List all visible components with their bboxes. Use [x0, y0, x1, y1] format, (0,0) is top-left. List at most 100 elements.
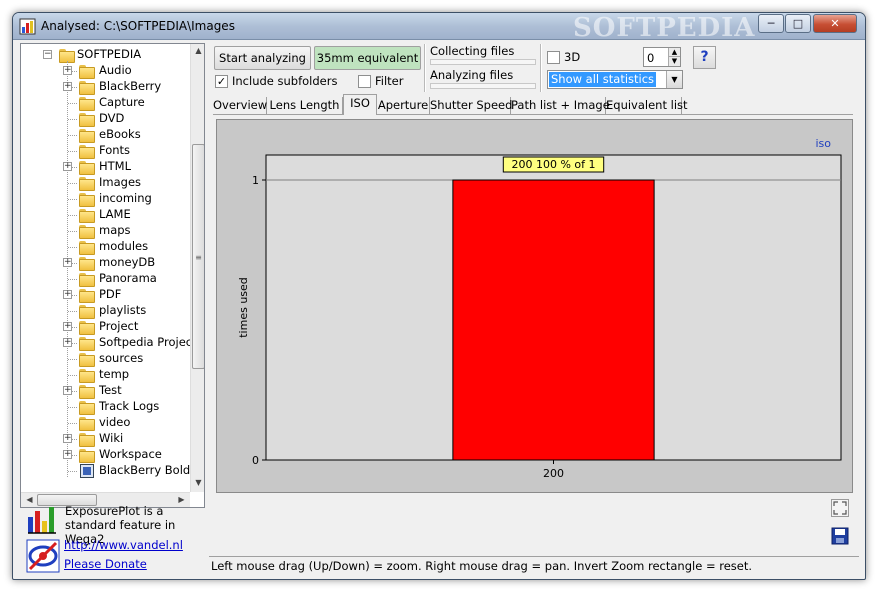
- include-subfolders-checkbox[interactable]: ✓: [215, 75, 228, 88]
- tree-item[interactable]: + Test: [21, 383, 191, 399]
- tree-vertical-scrollbar[interactable]: ▲ ≡ ▼: [190, 44, 204, 492]
- tree-item[interactable]: + Project: [21, 319, 191, 335]
- tree-item[interactable]: incoming: [21, 191, 191, 207]
- close-button[interactable]: ✕: [813, 14, 857, 33]
- tree-item-label: video: [99, 415, 131, 429]
- tree-item[interactable]: eBooks: [21, 127, 191, 143]
- spinner-up-button[interactable]: ▲: [668, 48, 680, 57]
- tree-item-label: sources: [99, 351, 144, 365]
- tree-item[interactable]: + Softpedia Project: [21, 335, 197, 351]
- tree-item[interactable]: + Wiki: [21, 431, 191, 447]
- tree-item[interactable]: BlackBerry Bold 99: [21, 463, 204, 479]
- y-tick-label: 0: [252, 454, 259, 467]
- statistics-select[interactable]: Show all statistics ▼: [547, 70, 683, 89]
- tree-item[interactable]: + Audio: [21, 63, 191, 79]
- tree-item-label: HTML: [99, 159, 132, 173]
- collapse-icon[interactable]: −: [43, 50, 52, 59]
- scroll-up-arrow[interactable]: ▲: [192, 46, 204, 55]
- scroll-thumb[interactable]: ≡: [192, 144, 204, 369]
- tree-item-label: maps: [99, 223, 131, 237]
- tab-lens-length[interactable]: Lens Length: [267, 97, 343, 115]
- tree-item-label: Audio: [99, 63, 132, 77]
- tree-guide-line: [68, 151, 77, 152]
- status-bar: Left mouse drag (Up/Down) = zoom. Right …: [209, 556, 859, 575]
- app-icon: [19, 18, 36, 35]
- expand-icon[interactable]: +: [63, 386, 72, 395]
- spinner-value: 0: [647, 51, 655, 65]
- scroll-right-arrow[interactable]: ▶: [175, 495, 188, 504]
- three-d-checkbox[interactable]: [547, 51, 560, 64]
- tab-overview[interactable]: Overview: [213, 97, 267, 115]
- scroll-down-arrow[interactable]: ▼: [192, 478, 204, 487]
- donate-link[interactable]: Please Donate: [64, 557, 147, 571]
- tree-item[interactable]: Track Logs: [21, 399, 191, 415]
- expand-icon[interactable]: +: [63, 338, 72, 347]
- tree-guide-line: [68, 247, 77, 248]
- tree-guide-line: [68, 471, 77, 472]
- tree-item[interactable]: + Workspace: [21, 447, 191, 463]
- expand-icon[interactable]: +: [63, 82, 72, 91]
- maximize-button[interactable]: □: [785, 14, 811, 33]
- expand-icon[interactable]: +: [63, 162, 72, 171]
- expand-icon[interactable]: +: [63, 66, 72, 75]
- collecting-files-label: Collecting files: [430, 44, 515, 58]
- tree-root[interactable]: − SOFTPEDIA: [21, 47, 191, 63]
- tree-item[interactable]: modules: [21, 239, 191, 255]
- equivalent-35mm-button[interactable]: 35mm equivalent: [314, 46, 421, 70]
- expand-icon[interactable]: +: [63, 322, 72, 331]
- tree-guide-line: [68, 407, 77, 408]
- tab-iso[interactable]: ISO: [343, 94, 377, 115]
- filter-checkbox[interactable]: [358, 75, 371, 88]
- annotation-label: 200 100 % of 1: [511, 158, 595, 171]
- tree-item[interactable]: Panorama: [21, 271, 191, 287]
- zoom-reset-icon[interactable]: [831, 499, 849, 517]
- folder-icon: [78, 112, 95, 127]
- value-spinner[interactable]: 0 ▲ ▼: [643, 47, 681, 67]
- tree-item[interactable]: temp: [21, 367, 191, 383]
- tree-item[interactable]: DVD: [21, 111, 191, 127]
- tree-item[interactable]: + BlackBerry: [21, 79, 191, 95]
- tree-item[interactable]: + HTML: [21, 159, 191, 175]
- tree-item[interactable]: playlists: [21, 303, 191, 319]
- iso-chart[interactable]: 0 1 200 200 100 % of 1 times used iso: [216, 119, 853, 493]
- tab-shutter-speed[interactable]: Shutter Speed: [430, 97, 512, 115]
- expand-icon[interactable]: +: [63, 450, 72, 459]
- tree-item[interactable]: maps: [21, 223, 191, 239]
- tab-aperture[interactable]: Aperture: [377, 97, 430, 115]
- folder-tree[interactable]: − SOFTPEDIA + Audio + BlackBerry Capture DVD eBo…: [20, 43, 205, 508]
- tree-guide-line: [68, 103, 77, 104]
- tree-item-label: playlists: [99, 303, 147, 317]
- tab-path-list-image[interactable]: Path list + Image: [511, 97, 610, 115]
- folder-icon: [78, 192, 95, 207]
- tab-equivalent-list[interactable]: Equivalent list: [606, 97, 688, 115]
- expand-icon[interactable]: +: [63, 258, 72, 267]
- vandel-link[interactable]: http://www.vandel.nl: [64, 538, 183, 552]
- tree-item[interactable]: Capture: [21, 95, 191, 111]
- tree-item[interactable]: LAME: [21, 207, 191, 223]
- tree-item[interactable]: sources: [21, 351, 191, 367]
- minimize-button[interactable]: ─: [758, 14, 784, 33]
- tree-guide-line: [68, 359, 77, 360]
- tree-item[interactable]: video: [21, 415, 191, 431]
- tree-item-label: Images: [99, 175, 142, 189]
- folder-icon: [78, 160, 95, 175]
- start-analyzing-button[interactable]: Start analyzing: [214, 46, 311, 70]
- expand-icon[interactable]: +: [63, 290, 72, 299]
- tree-item[interactable]: Fonts: [21, 143, 191, 159]
- help-button[interactable]: ?: [693, 46, 716, 69]
- tree-guide-line: [68, 215, 77, 216]
- folder-icon: [78, 384, 95, 399]
- chevron-down-icon[interactable]: ▼: [666, 71, 682, 88]
- tree-item-label: Softpedia Project: [99, 335, 197, 349]
- tree-guide-line: [68, 183, 77, 184]
- spinner-down-button[interactable]: ▼: [668, 57, 680, 66]
- tree-item[interactable]: + PDF: [21, 287, 191, 303]
- save-icon[interactable]: [831, 527, 849, 545]
- expand-icon[interactable]: +: [63, 434, 72, 443]
- folder-icon: [78, 288, 95, 303]
- collecting-progress-bar: [430, 59, 536, 65]
- tree-item[interactable]: + moneyDB: [21, 255, 191, 271]
- tree-item-label: incoming: [99, 191, 152, 205]
- title-bar[interactable]: Analysed: C:\SOFTPEDIA\Images SOFTPEDIA …: [13, 13, 865, 43]
- tree-item[interactable]: Images: [21, 175, 191, 191]
